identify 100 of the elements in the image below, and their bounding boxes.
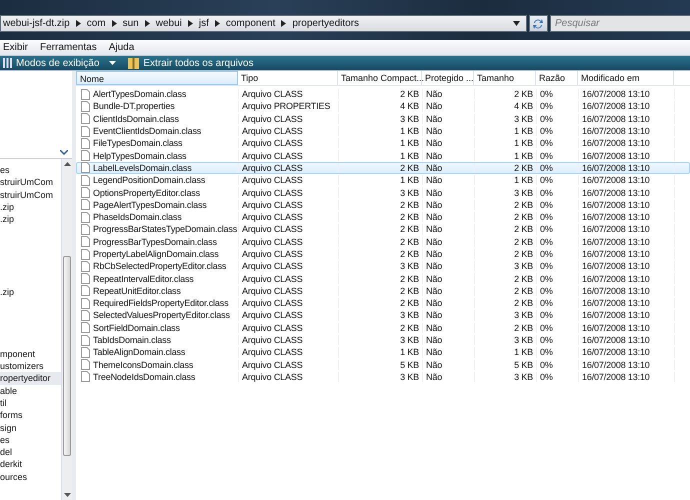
table-row[interactable]: AlertTypesDomain.class Arquivo CLASS 2 KB Não 2 KB 0% 16/07/2008 13:10: [76, 88, 690, 100]
table-cell: ClientIdsDomain.class: [93, 114, 179, 124]
tree-item[interactable]: .zip: [0, 213, 61, 226]
chevron-right-icon: [112, 20, 117, 27]
table-cell: 5 KB: [514, 360, 533, 370]
table-cell: PhaseIdsDomain.class: [93, 212, 182, 222]
table-row[interactable]: PageAlertTypesDomain.class Arquivo CLASS 2 KB Não 2 KB 0% 16/07/2008 13:10: [76, 198, 690, 211]
chevron-right-icon: [281, 20, 286, 27]
table-cell: 16/07/2008 13:10: [582, 286, 650, 296]
table-cell: 0%: [540, 261, 553, 272]
table-cell: RepeatUnitEditor.class: [93, 286, 181, 296]
scroll-up-icon[interactable]: [64, 162, 70, 166]
chevron-down-icon[interactable]: [60, 150, 68, 155]
scrollbar-thumb[interactable]: [63, 256, 71, 456]
table-cell: 0%: [540, 236, 553, 247]
tree-item[interactable]: struirUmCom: [0, 188, 61, 201]
table-row[interactable]: TableAlignDomain.class Arquivo CLASS 1 KB Não 1 KB 0% 16/07/2008 13:10: [76, 346, 690, 359]
table-row[interactable]: ProgressBarStatesTypeDomain.class Arquivo CLASS 2 KB Não 2 KB 0% 16/07/2008 13:10: [76, 223, 690, 236]
table-cell: Arquivo CLASS: [242, 249, 303, 259]
dropdown-arrow-icon[interactable]: [512, 21, 520, 26]
column-header[interactable]: Protegido ...: [422, 71, 474, 85]
breadcrumb-item[interactable]: webui-jsf-dt.zip: [3, 18, 70, 29]
tree-item[interactable]: sign: [0, 422, 61, 434]
table-cell: Não: [426, 335, 442, 346]
column-header[interactable]: Tipo: [238, 71, 338, 85]
file-icon: [81, 113, 90, 124]
scrollbar[interactable]: [61, 159, 72, 500]
table-cell: 0%: [540, 298, 553, 308]
table-cell: 0%: [540, 89, 553, 100]
tree-item[interactable]: es: [0, 164, 61, 176]
file-icon: [81, 371, 90, 382]
table-cell: 0%: [540, 126, 553, 136]
tree-item[interactable]: forms: [0, 409, 61, 422]
table-row[interactable]: LegendPositionDomain.class Arquivo CLASS 1 KB Não 1 KB 0% 16/07/2008 13:10: [76, 174, 690, 186]
tree-item[interactable]: struirUmCom: [0, 176, 61, 189]
table-row[interactable]: TreeNodeIdsDomain.class Arquivo CLASS 3 KB Não 3 KB 0% 16/07/2008 13:10: [76, 370, 690, 384]
menu-item[interactable]: Ferramentas: [40, 42, 97, 53]
tree-item[interactable]: ustomizers: [0, 360, 61, 372]
table-row[interactable]: TabIdsDomain.class Arquivo CLASS 3 KB Não 3 KB 0% 16/07/2008 13:10: [76, 334, 690, 346]
menu-item[interactable]: Ajuda: [108, 42, 134, 53]
address-bar[interactable]: webui-jsf-dt.zip com sun webui jsf component propertyeditors: [0, 15, 527, 32]
search-field[interactable]: Pesquisar: [550, 15, 690, 32]
table-row[interactable]: SelectedValuesPropertyEditor.class Arquivo CLASS 3 KB Não 3 KB 0% 16/07/2008 13:10: [76, 309, 690, 322]
table-row[interactable]: RequiredFieldsPropertyEditor.class Arquivo CLASS 2 KB Não 2 KB 0% 16/07/2008 13:10: [76, 297, 690, 310]
toolbar-button[interactable]: Extrair todos os arquivos: [128, 57, 254, 69]
menu-item[interactable]: Exibir: [3, 42, 28, 53]
tree-item[interactable]: ropertyeditor: [0, 372, 61, 385]
table-row[interactable]: ProgressBarTypesDomain.class Arquivo CLASS 2 KB Não 2 KB 0% 16/07/2008 13:10: [76, 236, 690, 248]
breadcrumb-item[interactable]: propertyeditors: [292, 18, 360, 29]
table-row[interactable]: EventClientIdsDomain.class Arquivo CLASS 1 KB Não 1 KB 0% 16/07/2008 13:10: [76, 124, 690, 138]
scroll-down-icon[interactable]: [64, 493, 70, 497]
tree-item[interactable]: til: [0, 396, 61, 410]
toolbar-button[interactable]: Modos de exibição: [3, 58, 116, 68]
file-icon: [81, 100, 90, 112]
table-cell: 4 KB: [400, 101, 419, 112]
table-row[interactable]: FileTypesDomain.class Arquivo CLASS 1 KB Não 1 KB 0% 16/07/2008 13:10: [76, 137, 690, 150]
table-row[interactable]: OptionsPropertyEditor.class Arquivo CLASS 3 KB Não 3 KB 0% 16/07/2008 13:10: [76, 186, 690, 199]
column-header[interactable]: Tamanho Compact...: [338, 71, 422, 85]
table-row[interactable]: ThemeIconsDomain.class Arquivo CLASS 5 KB Não 5 KB 0% 16/07/2008 13:10: [76, 358, 690, 371]
column-header[interactable]: Nome: [76, 71, 238, 85]
table-row[interactable]: RepeatIntervalEditor.class Arquivo CLASS 2 KB Não 2 KB 0% 16/07/2008 13:10: [76, 272, 690, 285]
column-header[interactable]: Razão: [536, 71, 578, 85]
column-header[interactable]: Modificado em: [578, 71, 674, 85]
table-row[interactable]: SortFieldDomain.class Arquivo CLASS 2 KB Não 2 KB 0% 16/07/2008 13:10: [76, 322, 690, 334]
table-row[interactable]: RepeatUnitEditor.class Arquivo CLASS 2 KB Não 2 KB 0% 16/07/2008 13:10: [76, 284, 690, 298]
table-row[interactable]: PropertyLabelAlignDomain.class Arquivo CLASS 2 KB Não 2 KB 0% 16/07/2008 13:10: [76, 248, 690, 260]
table-cell: 0%: [540, 310, 553, 320]
tree-item[interactable]: able: [0, 384, 61, 397]
table-cell: 1 KB: [514, 175, 533, 186]
breadcrumb-item[interactable]: jsf: [198, 18, 209, 29]
tree-item[interactable]: derkit: [0, 458, 61, 471]
table-cell: 2 KB: [514, 286, 533, 296]
table-row[interactable]: HelpTypesDomain.class Arquivo CLASS 1 KB Não 1 KB 0% 16/07/2008 13:10: [76, 149, 690, 162]
table-cell: Não: [426, 286, 442, 296]
breadcrumb-item[interactable]: component: [226, 18, 276, 29]
table-cell: 0%: [540, 101, 553, 112]
table-cell: 2 KB: [400, 286, 419, 296]
breadcrumb-item[interactable]: webui: [156, 18, 182, 29]
refresh-button[interactable]: [528, 15, 548, 32]
file-icon: [81, 224, 90, 235]
table-cell: PageAlertTypesDomain.class: [93, 200, 207, 210]
table-cell: 2 KB: [400, 236, 419, 247]
tree-item[interactable]: del: [0, 446, 61, 458]
breadcrumb-item[interactable]: sun: [122, 18, 139, 29]
table-row[interactable]: ClientIdsDomain.class Arquivo CLASS 3 KB Não 3 KB 0% 16/07/2008 13:10: [76, 112, 690, 125]
table-row[interactable]: PhaseIdsDomain.class Arquivo CLASS 2 KB Não 2 KB 0% 16/07/2008 13:10: [76, 210, 690, 224]
table-cell: 0%: [540, 322, 553, 333]
table-cell: 0%: [540, 175, 553, 186]
table-row[interactable]: RbCbSelectedPropertyEditor.class Arquivo CLASS 3 KB Não 3 KB 0% 16/07/2008 13:10: [76, 260, 690, 272]
tree-item[interactable]: .zip: [0, 286, 61, 299]
table-row[interactable]: LabelLevelsDomain.class Arquivo CLASS 2 KB Não 2 KB 0% 16/07/2008 13:10: [76, 162, 690, 174]
breadcrumb-item[interactable]: com: [86, 18, 106, 29]
tree-item[interactable]: .zip: [0, 200, 61, 214]
tree-item[interactable]: ources: [0, 470, 61, 484]
table-cell: 0%: [540, 162, 553, 173]
table-row[interactable]: Bundle-DT.properties Arquivo PROPERTIES 4 KB Não 4 KB 0% 16/07/2008 13:10: [76, 100, 690, 113]
column-header[interactable]: Tamanho: [474, 71, 536, 85]
table-cell: RbCbSelectedPropertyEditor.class: [93, 261, 226, 272]
tree-item[interactable]: mponent: [0, 348, 61, 360]
tree-item[interactable]: es: [0, 434, 61, 446]
